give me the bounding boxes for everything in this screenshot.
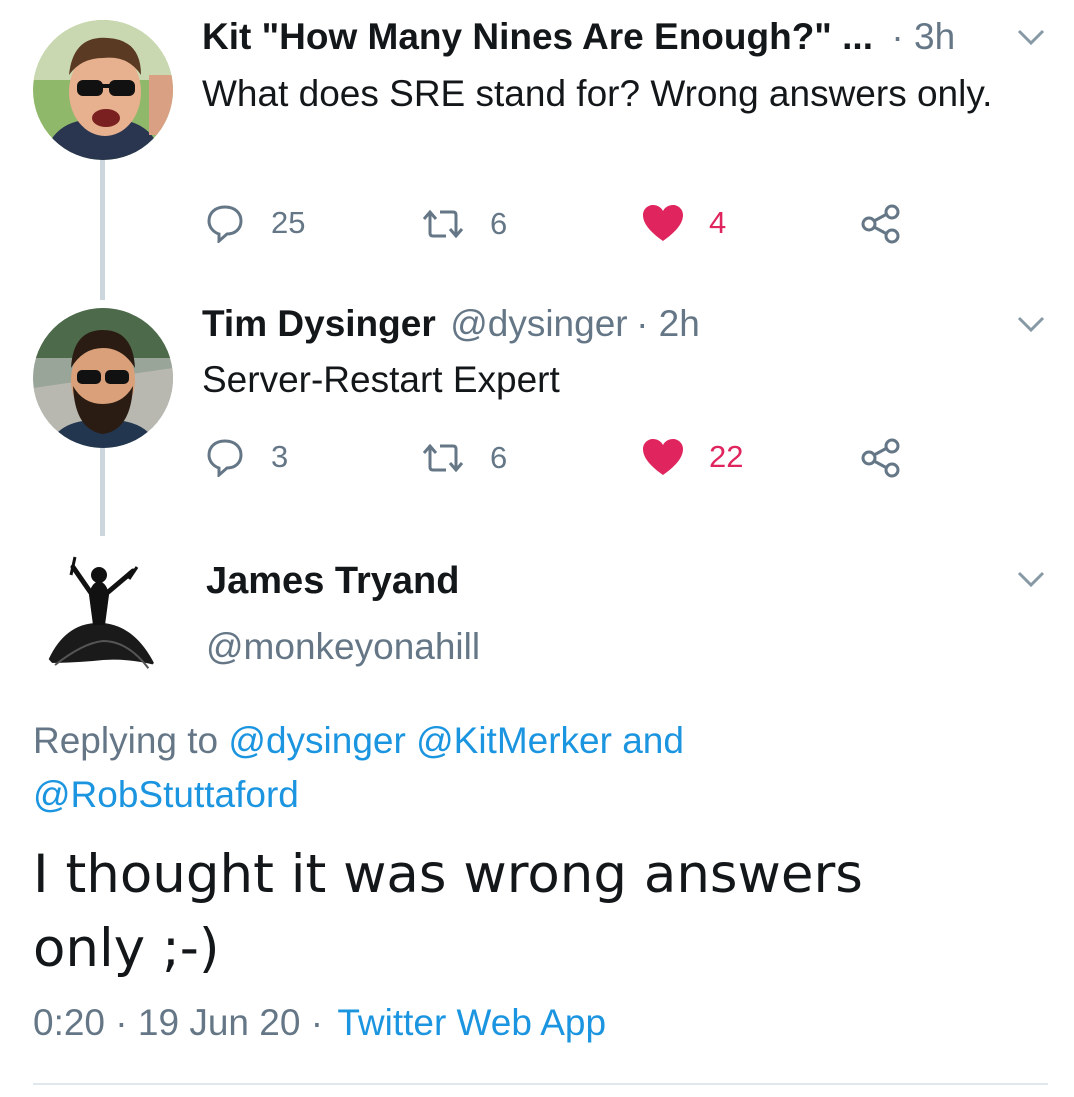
chevron-down-icon[interactable] bbox=[1016, 570, 1046, 595]
tweet-2-share-button[interactable] bbox=[860, 438, 902, 478]
tweet-2-time[interactable]: · 2h bbox=[636, 303, 700, 344]
tweet-2-like-button[interactable]: 22 bbox=[641, 437, 743, 477]
heart-icon bbox=[641, 437, 685, 477]
retweet-icon bbox=[418, 441, 468, 475]
mention-robstuttaford[interactable]: @RobStuttaford bbox=[33, 774, 299, 815]
mention-dysinger[interactable]: @dysinger bbox=[228, 720, 405, 761]
replying-prefix: Replying to bbox=[33, 720, 219, 761]
focused-source[interactable]: Twitter Web App bbox=[337, 1002, 606, 1043]
tweet-1-reply-button[interactable]: 25 bbox=[205, 203, 305, 243]
tweet-1-reply-count: 25 bbox=[271, 205, 306, 240]
reply-icon bbox=[205, 437, 245, 477]
tweet-1-time[interactable]: · 3h bbox=[891, 16, 955, 57]
avatar-kit[interactable] bbox=[33, 20, 173, 160]
tweet-2-like-count: 22 bbox=[709, 439, 744, 474]
tweet-1-like-button[interactable]: 4 bbox=[641, 203, 726, 243]
focused-text-line-1: I thought it was wrong answers bbox=[33, 844, 863, 905]
focused-timestamp-row: 0:20 · 19 Jun 20 · Twitter Web App bbox=[33, 1002, 606, 1044]
retweet-icon bbox=[418, 207, 468, 241]
tweet-2-text: Server-Restart Expert bbox=[202, 359, 560, 400]
focused-tweet-text: I thought it was wrong answers only ;-) bbox=[33, 838, 1033, 986]
tweet-1-retweet-button[interactable]: 6 bbox=[418, 206, 507, 242]
focused-timestamp[interactable]: 0:20 · 19 Jun 20 · bbox=[33, 1002, 323, 1043]
tweet-2-reply-count: 3 bbox=[271, 439, 289, 474]
tweet-2-retweet-count: 6 bbox=[490, 440, 508, 475]
chevron-down-icon[interactable] bbox=[1016, 28, 1046, 53]
focused-text-line-2: only ;-) bbox=[33, 918, 220, 979]
tweet-2-retweet-button[interactable]: 6 bbox=[418, 440, 507, 476]
thread-line bbox=[100, 448, 105, 536]
tweet-1-author-name[interactable]: Kit "How Many Nines Are Enough?" ... bbox=[202, 16, 873, 57]
reply-icon bbox=[205, 203, 245, 243]
thread-line bbox=[100, 160, 105, 300]
focused-author-handle[interactable]: @monkeyonahill bbox=[206, 626, 480, 668]
avatar-james[interactable] bbox=[33, 545, 173, 685]
tweet-1-like-count: 4 bbox=[709, 205, 727, 240]
share-icon bbox=[860, 204, 902, 244]
focused-author-name[interactable]: James Tryand bbox=[206, 560, 459, 603]
tweet-1-retweet-count: 6 bbox=[490, 206, 508, 241]
chevron-down-icon[interactable] bbox=[1016, 315, 1046, 340]
avatar-tim[interactable] bbox=[33, 308, 173, 448]
tweet-2-handle[interactable]: @dysinger bbox=[450, 303, 627, 344]
heart-icon bbox=[641, 203, 685, 243]
mention-kitmerker[interactable]: @KitMerker bbox=[416, 720, 612, 761]
tweet-1-share-button[interactable] bbox=[860, 204, 902, 244]
tweet-2-reply-button[interactable]: 3 bbox=[205, 437, 288, 477]
divider bbox=[33, 1083, 1048, 1085]
share-icon bbox=[860, 438, 902, 478]
tweet-1-header: Kit "How Many Nines Are Enough?" ... · 3… bbox=[202, 16, 955, 58]
replying-to: Replying to @dysinger @KitMerker and @Ro… bbox=[33, 714, 933, 822]
mention-and[interactable]: and bbox=[622, 720, 684, 761]
tweet-2-author-name[interactable]: Tim Dysinger bbox=[202, 303, 436, 344]
tweet-1-text: What does SRE stand for? Wrong answers o… bbox=[202, 73, 993, 114]
tweet-2-header: Tim Dysinger @dysinger · 2h bbox=[202, 303, 700, 345]
